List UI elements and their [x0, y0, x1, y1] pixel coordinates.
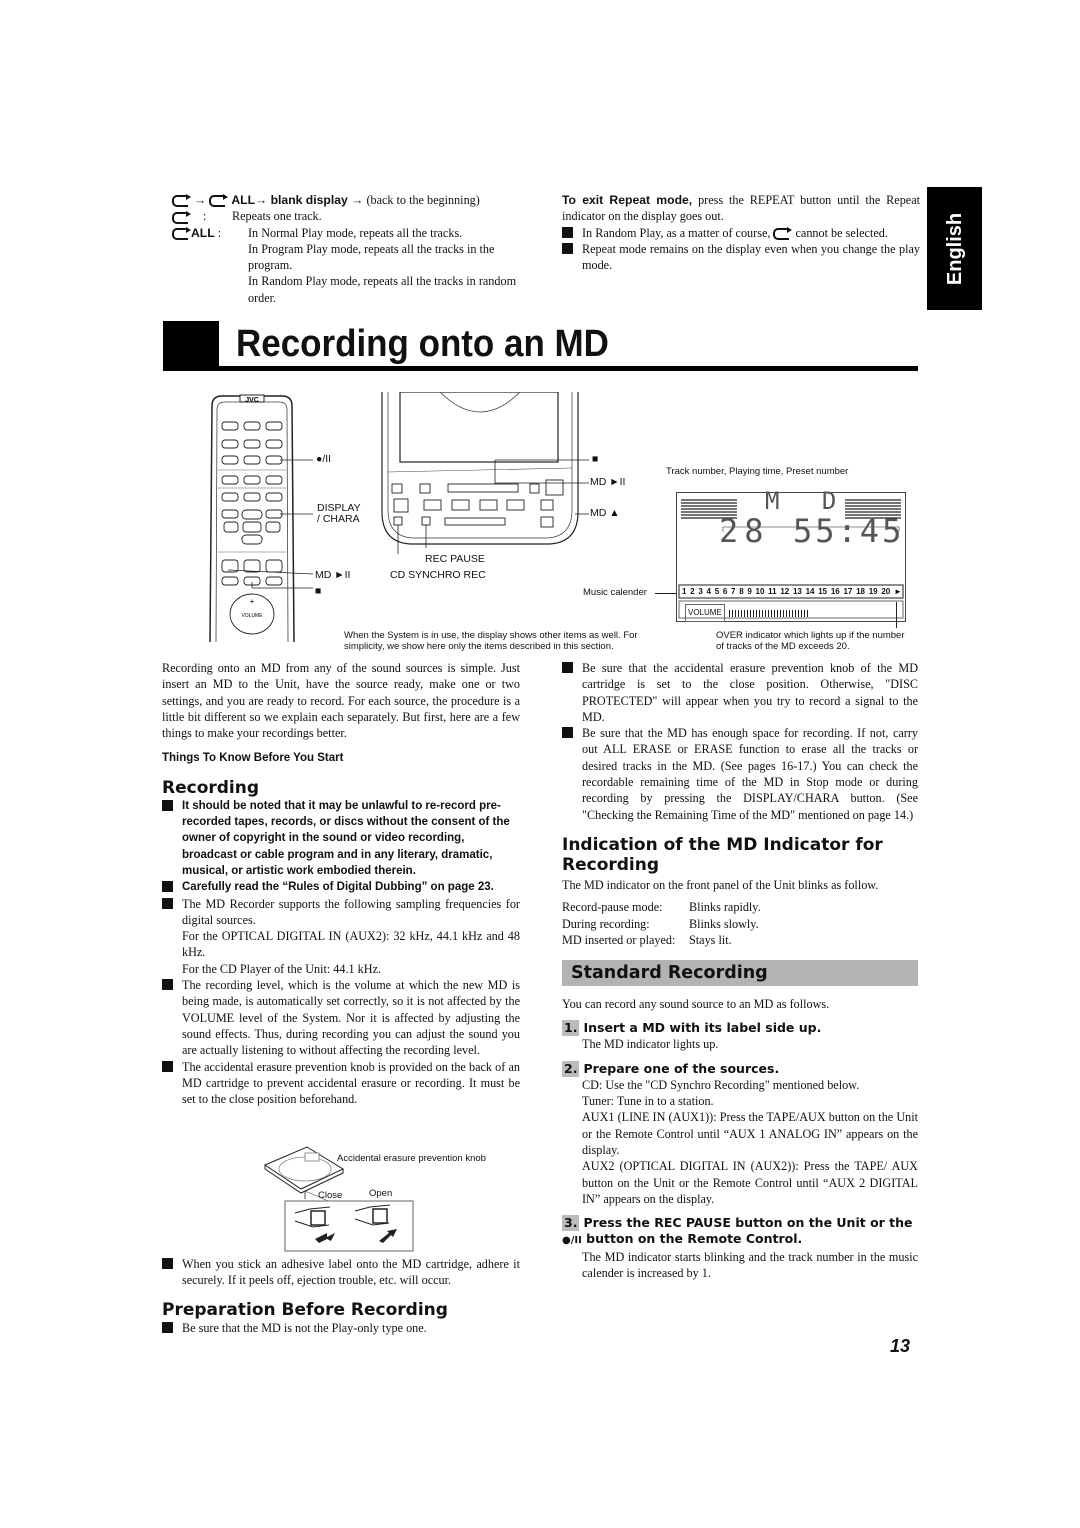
repeat-all-icon [172, 226, 191, 240]
display-source: M D [765, 487, 851, 515]
over-indicator-icon: ► [893, 587, 902, 596]
remote-stop-callout: ■ [315, 585, 322, 597]
repeat-all-normal: In Normal Play mode, repeats all the tra… [248, 225, 463, 240]
display-playing-time: 55:45 [793, 512, 905, 550]
volume-label: VOLUME [685, 604, 725, 623]
step-title: Press the REC PAUSE button on the Unit o… [583, 1215, 913, 1231]
step-body: The MD indicator lights up. [582, 1037, 719, 1052]
left-column-bottom: When you stick an adhesive label onto th… [162, 1256, 520, 1336]
indicator-row: Record-pause mode: Blinks rapidly. [562, 900, 761, 915]
sampling-optical: For the OPTICAL DIGITAL IN (AUX2): 32 kH… [182, 929, 520, 960]
standard-intro: You can record any sound source to an MD… [562, 997, 830, 1012]
repeat-sequence: → ALL→ blank display → (back to the begi… [172, 192, 522, 208]
repeat-one-icon [172, 210, 191, 224]
recording-level-note: The recording level, which is the volume… [162, 977, 520, 1058]
knob-close-label: Close [318, 1190, 343, 1201]
exit-repeat-text: To exit Repeat mode, press the REPEAT bu… [562, 193, 920, 224]
volume-level-bar [728, 609, 809, 617]
repeat-remains-note: Repeat mode remains on the display even … [562, 241, 920, 274]
sequence-text: ALL→ blank display → [231, 193, 364, 207]
step-1: 1. Insert a MD with its label side up. Th… [562, 1020, 918, 1052]
indicator-heading: Indication of the MD Indicator for Recor… [562, 834, 883, 875]
copyright-warning: It should be noted that it may be unlawf… [162, 798, 520, 879]
step-body: The MD indicator starts blinking and the… [582, 1250, 918, 1281]
right-column: Be sure that the accidental erasure prev… [562, 660, 918, 1282]
sampling-cd: For the CD Player of the Unit: 44.1 kHz. [182, 961, 382, 976]
repeat-mode-section: → ALL→ blank display → (back to the begi… [172, 192, 522, 306]
music-calendar-label: Music calender [583, 587, 647, 598]
page-title: Recording onto an MD [236, 323, 609, 365]
indicator-table: Record-pause mode: Blinks rapidly. During… [562, 899, 918, 948]
repeat-all-program: In Program Play mode, repeats all the tr… [248, 241, 495, 273]
repeat-one-icon [773, 226, 793, 240]
repeat-one-desc: Repeats one track. [232, 209, 322, 224]
erasure-knob-note: The accidental erasure prevention knob i… [162, 1059, 520, 1108]
step-title: Insert a MD with its label side up. [583, 1020, 822, 1036]
step-3: 3. Press the REC PAUSE button on the Unit… [562, 1215, 918, 1281]
language-tab: English [927, 187, 982, 310]
svg-text:+: + [250, 597, 255, 606]
indicator-row: During recording: Blinks slowly. [562, 916, 759, 931]
sequence-back: (back to the beginning) [366, 193, 480, 207]
knob-label: Accidental erasure prevention knob [337, 1153, 486, 1164]
volume-indicator: VOLUME [685, 604, 809, 623]
digital-dubbing-note: Carefully read the “Rules of Digital Dub… [162, 879, 520, 895]
display-note: When the System is in use, the display s… [344, 630, 638, 652]
preparation-heading: Preparation Before Recording [162, 1299, 448, 1320]
display-caption-top: Track number, Playing time, Preset numbe… [666, 466, 849, 477]
unit-callout-lines [495, 450, 595, 534]
unit-stop-callout: ■ [592, 453, 599, 465]
indicator-row: MD inserted or played: Stays lit. [562, 932, 732, 947]
exit-repeat-section: To exit Repeat mode, press the REPEAT bu… [562, 192, 920, 273]
rec-pause-icon: ●/II [562, 1235, 582, 1247]
standard-recording-banner: Standard Recording [562, 960, 918, 987]
unit-md-play-callout: MD ►II [590, 476, 626, 488]
display-track-number: 28 [719, 512, 770, 550]
svg-text:VOLUME: VOLUME [241, 613, 263, 619]
step-title: Prepare one of the sources. [583, 1060, 780, 1076]
step-body: AUX1 (LINE IN (AUX1)): Press the TAPE/AU… [582, 1110, 918, 1157]
over-indicator-leader [896, 602, 897, 628]
display-panel: M D 28 55:45 1 2 3 4 5 6 7 8 9 10 11 12 13 14 15 16 17 18… [676, 487, 906, 623]
repeat-all-random: In Random Play mode, repeats all the tra… [248, 274, 517, 305]
close-position-note: Be sure that the accidental erasure prev… [562, 660, 918, 725]
recording-heading: Recording [162, 777, 260, 798]
unit-cd-synchro-callout: CD SYNCHRO REC [390, 569, 486, 581]
over-indicator-caption: OVER indicator which lights up if the nu… [716, 630, 905, 652]
repeat-all-icon [209, 194, 229, 208]
sampling-note: The MD Recorder supports the following s… [162, 896, 520, 929]
step-body: Tuner: Tune in to a station. [582, 1094, 714, 1109]
indicator-intro: The MD indicator on the front panel of t… [562, 877, 879, 892]
step-body: AUX2 (OPTICAL DIGITAL IN (AUX2)): Press … [582, 1159, 918, 1206]
left-column: Recording onto an MD from any of the sou… [162, 660, 520, 1107]
remote-md-play-callout: MD ►II [315, 569, 351, 581]
title-rule [163, 366, 918, 371]
play-only-note: Be sure that the MD is not the Play-only… [162, 1320, 520, 1336]
adhesive-label-note: When you stick an adhesive label onto th… [162, 1256, 520, 1289]
remote-chara-callout: / CHARA [317, 513, 360, 525]
music-calendar: 1 2 3 4 5 6 7 8 9 10 11 12 13 14 15 16 17 18 19 20 ► [682, 587, 902, 596]
page-number: 13 [890, 1336, 911, 1356]
intro-paragraph: Recording onto an MD from any of the sou… [162, 661, 520, 741]
unit-rec-pause-callout: REC PAUSE [425, 553, 485, 565]
step-body: CD: Use the "CD Synchro Recording" menti… [582, 1077, 860, 1092]
space-note: Be sure that the MD has enough space for… [562, 725, 918, 823]
random-play-note: In Random Play, as a matter of course, c… [562, 225, 920, 241]
standard-recording-heading: Standard Recording [571, 963, 768, 984]
music-calendar-leader [655, 593, 677, 594]
language-tab-label: English [943, 212, 966, 285]
things-heading: Things To Know Before You Start [162, 752, 344, 765]
step-2: 2. Prepare one of the sources. CD: Use th… [562, 1060, 918, 1206]
unit-md-eject-callout: MD ▲ [590, 507, 620, 519]
title-block [163, 321, 219, 370]
knob-open-label: Open [369, 1188, 393, 1199]
repeat-one-icon [172, 194, 191, 208]
remote-rec-pause-callout: ●/II [316, 453, 332, 465]
repeat-all-row: ALL : In Normal Play mode, repeats all t… [172, 225, 522, 306]
repeat-one-row: : Repeats one track. [172, 208, 522, 224]
remote-brand: JVC [245, 397, 259, 404]
